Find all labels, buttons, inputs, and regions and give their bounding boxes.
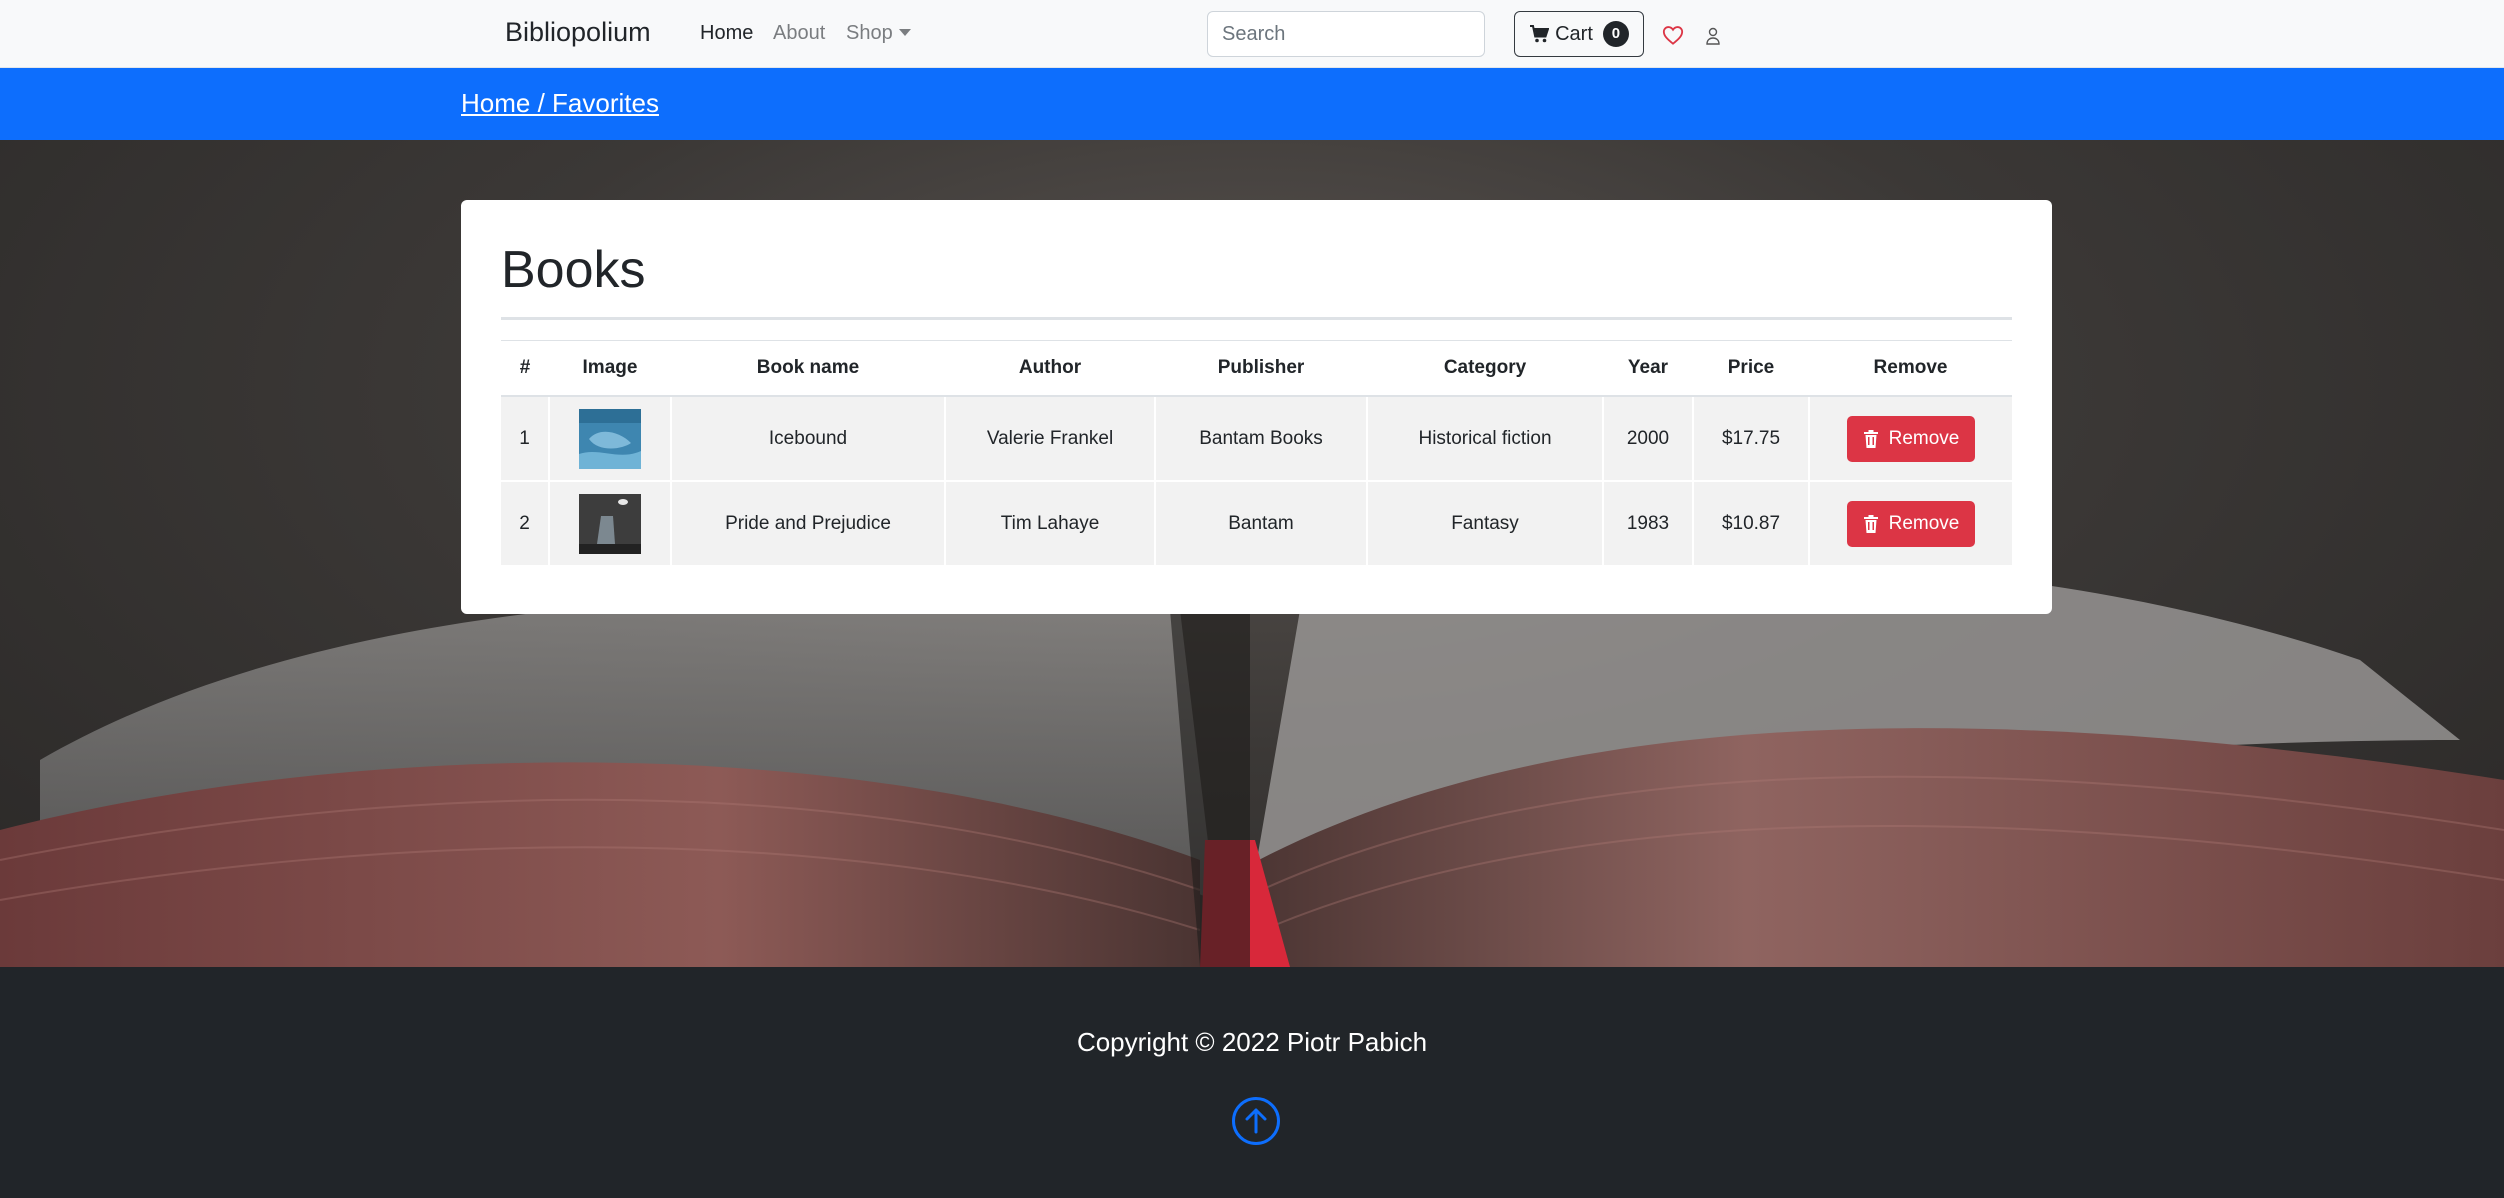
row-number: 1 — [501, 396, 549, 482]
cart-button[interactable]: Cart 0 — [1514, 11, 1644, 57]
footer: Copyright © 2022 Piotr Pabich — [0, 967, 2504, 1198]
row-book-name: Icebound — [670, 396, 945, 482]
row-remove-cell: Remove — [1808, 396, 2012, 482]
row-number: 2 — [501, 481, 549, 567]
remove-button-label: Remove — [1888, 427, 1960, 449]
row-year: 2000 — [1602, 396, 1693, 482]
row-author: Valerie Frankel — [944, 396, 1155, 482]
col-header-price: Price — [1693, 340, 1809, 397]
nav-link-about[interactable]: About — [773, 22, 825, 45]
row-publisher: Bantam Books — [1154, 396, 1367, 482]
breadcrumb-bar: Home / Favorites — [0, 68, 2504, 140]
copyright-text: Copyright © 2022 Piotr Pabich — [1076, 1027, 1428, 1057]
col-header-year: Year — [1603, 340, 1693, 397]
row-price: $10.87 — [1692, 481, 1809, 567]
remove-button-label: Remove — [1888, 512, 1960, 534]
heart-icon[interactable] — [1662, 24, 1684, 46]
arrow-up-circle-icon[interactable] — [1231, 1096, 1281, 1146]
row-image-cell — [548, 481, 671, 567]
user-icon[interactable] — [1705, 27, 1721, 45]
breadcrumb-link[interactable]: Home / Favorites — [461, 88, 659, 118]
page-title: Books — [501, 241, 646, 299]
col-header-category: Category — [1367, 340, 1603, 397]
col-header-book-name: Book name — [671, 340, 945, 397]
favorites-table: # Image Book name Author Publisher Categ… — [501, 340, 2012, 567]
search-input[interactable] — [1207, 11, 1485, 57]
divider — [501, 317, 2012, 320]
row-author: Tim Lahaye — [944, 481, 1155, 567]
remove-button[interactable]: Remove — [1846, 415, 1976, 462]
remove-button[interactable]: Remove — [1846, 500, 1976, 547]
trash-icon — [1863, 429, 1878, 448]
brand-logo[interactable]: Bibliopolium — [505, 17, 651, 48]
table-header-row: # Image Book name Author Publisher Categ… — [501, 340, 2012, 397]
nav-shop-label: Shop — [846, 22, 893, 44]
row-category: Historical fiction — [1366, 396, 1603, 482]
col-header-remove: Remove — [1809, 340, 2012, 397]
cart-count-badge: 0 — [1602, 21, 1629, 47]
nav-link-shop[interactable]: Shop — [846, 22, 911, 45]
table-row: 2 Pride and Prejudice Tim Lahaye Bantam … — [501, 481, 2012, 567]
table-row: 1 Icebound Valerie Frankel Bantam Books … — [501, 396, 2012, 482]
row-price: $17.75 — [1692, 396, 1809, 482]
pride-and-prejudice-cover-thumbnail[interactable] — [579, 493, 641, 554]
row-image-cell — [548, 396, 671, 482]
trash-icon — [1863, 514, 1878, 533]
row-book-name: Pride and Prejudice — [670, 481, 945, 567]
col-header-publisher: Publisher — [1155, 340, 1367, 397]
col-header-author: Author — [945, 340, 1155, 397]
navbar: Bibliopolium Home About Shop Cart 0 — [0, 0, 2504, 68]
row-publisher: Bantam — [1154, 481, 1367, 567]
breadcrumb: Home / Favorites — [461, 88, 659, 119]
cart-icon — [1530, 25, 1550, 43]
row-remove-cell: Remove — [1808, 481, 2012, 567]
row-category: Fantasy — [1366, 481, 1603, 567]
chevron-down-icon — [898, 29, 911, 36]
col-header-number: # — [501, 340, 549, 397]
nav-link-home[interactable]: Home — [700, 22, 753, 45]
cart-label: Cart — [1555, 22, 1593, 45]
icebound-cover-thumbnail[interactable] — [579, 408, 641, 469]
favorites-card: Books # Image Book name Author Publisher… — [461, 200, 2052, 614]
row-year: 1983 — [1602, 481, 1693, 567]
col-header-image: Image — [549, 340, 671, 397]
